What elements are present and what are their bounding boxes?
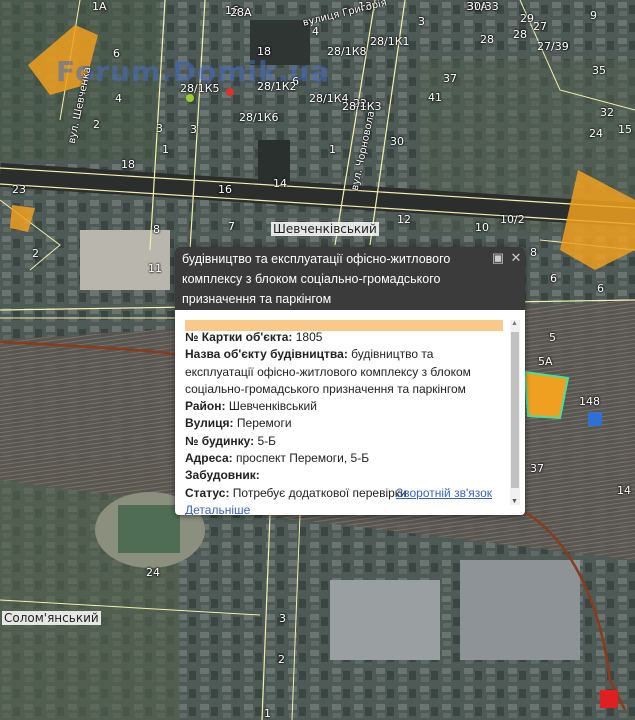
district-row: Район: Шевченківський [185, 398, 503, 415]
house-number: 28/1К5 [180, 82, 220, 95]
house-number: 16 [218, 183, 232, 196]
house-number: 1 [162, 143, 169, 156]
developer-row: Забудовник: [185, 467, 503, 484]
house-number: 10 [475, 221, 489, 234]
house-number: 14 [617, 484, 631, 497]
house-number: 15 [618, 123, 632, 136]
popup-scrollbar[interactable]: ▲ ▼ [510, 320, 520, 505]
house-number: 28/1К6 [239, 111, 279, 124]
street-label: Вулиця: [185, 416, 234, 431]
house-number: 2 [93, 118, 100, 131]
street-value: Перемоги [236, 416, 292, 431]
feedback-link[interactable]: Зворотній зв'язок [396, 486, 492, 500]
house-number: 30 [390, 135, 404, 148]
house-number: 9 [590, 9, 597, 22]
details-link[interactable]: Детальніше [185, 502, 503, 515]
house-number: 27 [533, 20, 547, 33]
house-number: 148 [579, 395, 600, 408]
close-icon[interactable]: ✕ [509, 251, 523, 265]
house-number: 24 [146, 566, 160, 579]
scroll-up-icon[interactable]: ▲ [511, 320, 518, 327]
popup-title: будівництво та експлуатації офісно-житло… [182, 252, 451, 306]
scroll-down-icon[interactable]: ▼ [511, 498, 518, 505]
house-number: 29 [520, 12, 534, 25]
district-label-solomianskyi: Солом'янський [2, 611, 101, 625]
house-number: 28 [480, 33, 494, 46]
maximize-icon[interactable]: ▣ [491, 251, 505, 265]
house-number: 12 [397, 213, 411, 226]
house-number: 37 [443, 72, 457, 85]
house-number: 5А [538, 355, 553, 368]
house-number: 24 [589, 127, 603, 140]
object-info-popup[interactable]: будівництво та експлуатації офісно-житло… [175, 247, 525, 515]
house-number: 6 [550, 272, 557, 285]
house-number: 1 [329, 143, 336, 156]
house-number: 8 [153, 223, 160, 236]
house-number: 4 [312, 25, 319, 38]
house-number: 6 [597, 282, 604, 295]
house-number: 23 [12, 183, 26, 196]
building-row: № будинку: 5-Б [185, 433, 503, 450]
status-label: Статус: [185, 485, 230, 500]
house-number: 28/1К1 [370, 35, 410, 48]
house-number: 37 [530, 462, 544, 475]
house-number: 1А [92, 0, 107, 13]
address-label: Адреса: [185, 451, 233, 466]
house-number: 32 [600, 106, 614, 119]
popup-body: № Картки об'єкта: 1805 Назва об'єкту буд… [175, 310, 525, 515]
popup-header: будівництво та експлуатації офісно-житло… [175, 247, 525, 310]
house-number: 3 [279, 612, 286, 625]
house-number: 3 [156, 122, 163, 135]
house-number: 4 [115, 92, 122, 105]
card-value: 1805 [295, 330, 323, 344]
house-number: 27/39 [537, 40, 569, 53]
house-number: 2 [278, 653, 285, 666]
house-number: 28/1К2 [257, 80, 297, 93]
house-number: 6 [113, 47, 120, 60]
status-value: Потребує додаткової перевірки [232, 485, 407, 500]
building-label: № будинку: [185, 433, 255, 448]
house-number: 5 [549, 331, 556, 344]
house-number: 11 [148, 262, 162, 275]
house-number: 35 [592, 64, 606, 77]
house-number: 3 [190, 123, 197, 136]
house-number: 30/33 [467, 0, 499, 13]
house-number: 3 [418, 15, 425, 28]
scroll-thumb[interactable] [511, 332, 519, 488]
card-row: № Картки об'єкта: 1805 [185, 329, 503, 346]
building-value: 5-Б [257, 433, 276, 448]
address-value: проспект Перемоги, 5-Б [235, 451, 370, 466]
house-number: 28/1К8 [327, 45, 367, 58]
house-number: 7 [228, 220, 235, 233]
address-row: Адреса: проспект Перемоги, 5-Б [185, 450, 503, 467]
house-number: 18 [257, 45, 271, 58]
district-value: Шевченківський [228, 399, 317, 414]
name-label: Назва об'єкту будівництва: [185, 347, 348, 362]
house-number: 28 [513, 28, 527, 41]
house-number: 28А [230, 6, 252, 19]
house-number: 8 [530, 246, 537, 259]
house-number: 2 [32, 247, 39, 260]
district-label-shevchenkivskyi: Шевченківський [271, 222, 379, 236]
name-row: Назва об'єкту будівництва: будівництво т… [185, 346, 503, 398]
house-number: 41 [428, 91, 442, 104]
card-label: № Картки об'єкта: [185, 330, 293, 344]
district-label: Район: [185, 399, 226, 414]
house-number: 18 [121, 158, 135, 171]
house-number: 10/2 [500, 213, 525, 226]
street-row: Вулиця: Перемоги [185, 415, 503, 432]
developer-label: Забудовник: [185, 468, 260, 483]
house-number: 1 [264, 707, 271, 720]
house-number: 14 [273, 177, 287, 190]
